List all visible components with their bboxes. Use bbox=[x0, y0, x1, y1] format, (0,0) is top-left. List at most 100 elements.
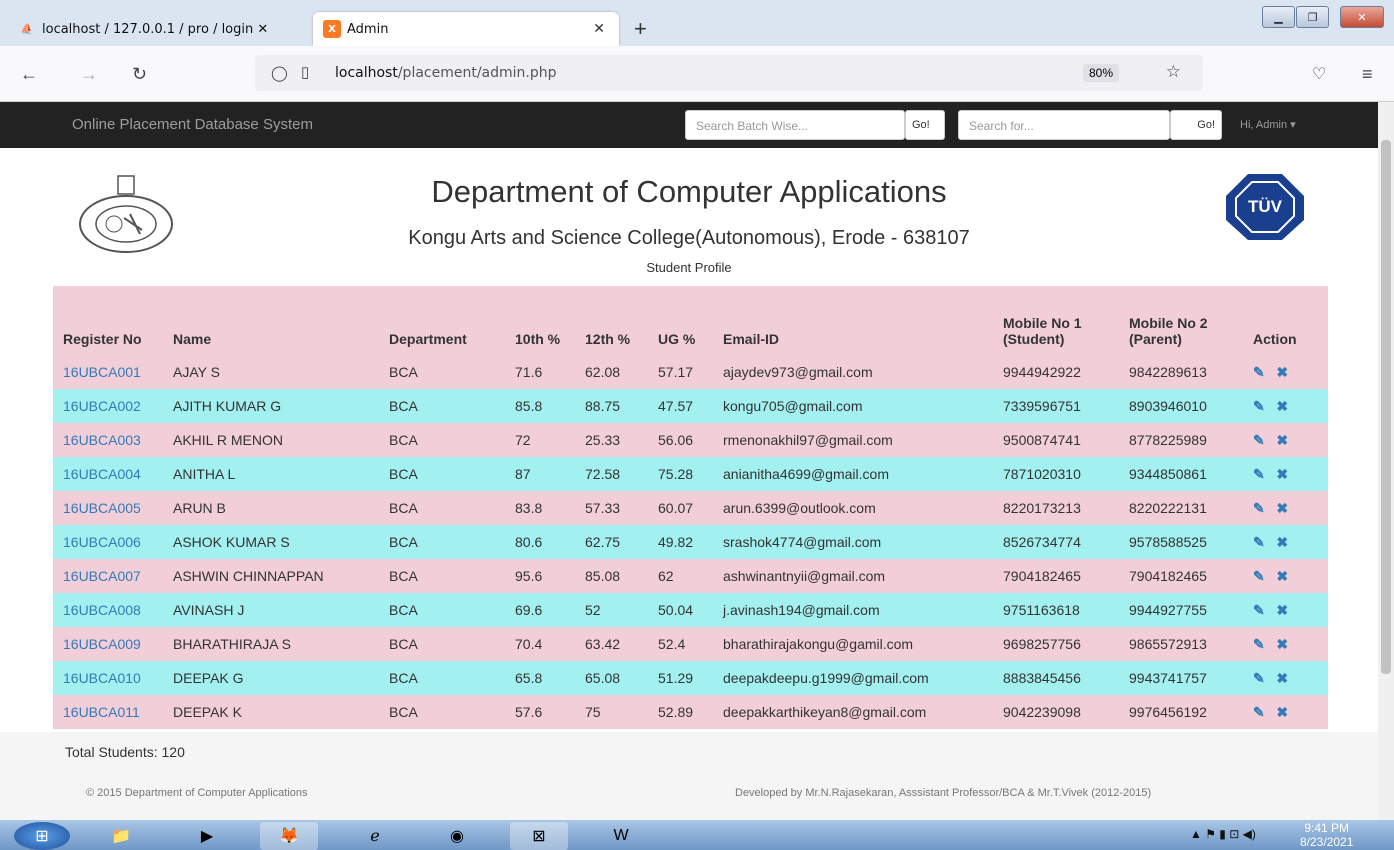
edit-icon[interactable]: ✎ bbox=[1253, 670, 1265, 686]
file-explorer-icon[interactable]: 📁 bbox=[92, 822, 150, 850]
user-menu[interactable]: Hi, Admin ▾ bbox=[1240, 118, 1296, 131]
media-player-icon[interactable]: ▶ bbox=[178, 822, 236, 850]
action-cell: ✎ ✖ bbox=[1243, 525, 1328, 559]
site-navbar: Online Placement Database System Search … bbox=[0, 102, 1378, 148]
ug-percent-cell: 51.29 bbox=[658, 670, 694, 686]
email-cell: arun.6399@outlook.com bbox=[723, 500, 876, 516]
register-no-link[interactable]: 16UBCA011 bbox=[63, 704, 140, 720]
register-no-cell: 16UBCA002 bbox=[53, 389, 163, 423]
word-icon[interactable]: W bbox=[592, 822, 650, 850]
zoom-indicator[interactable]: 80% bbox=[1082, 64, 1119, 82]
edit-icon[interactable]: ✎ bbox=[1253, 500, 1265, 516]
chrome-icon[interactable]: ◉ bbox=[428, 822, 486, 850]
table-body: 16UBCA001 AJAY S BCA 71.6 62.08 57.17 ajaydev9… bbox=[53, 355, 1328, 729]
register-no-link[interactable]: 16UBCA001 bbox=[63, 364, 141, 380]
shield-icon[interactable]: ◯ bbox=[271, 64, 288, 82]
new-tab-icon[interactable]: + bbox=[634, 16, 647, 42]
edit-icon[interactable]: ✎ bbox=[1253, 704, 1265, 720]
delete-icon[interactable]: ✖ bbox=[1276, 568, 1288, 584]
register-no-cell: 16UBCA007 bbox=[53, 559, 163, 593]
delete-icon[interactable]: ✖ bbox=[1276, 364, 1288, 380]
edit-icon[interactable]: ✎ bbox=[1253, 636, 1265, 652]
mobile-student-cell: 9944942922 bbox=[1003, 364, 1081, 380]
register-no-link[interactable]: 16UBCA004 bbox=[63, 466, 141, 482]
close-tab-icon[interactable]: ✕ bbox=[593, 21, 605, 37]
register-no-link[interactable]: 16UBCA006 bbox=[63, 534, 141, 550]
url-bar[interactable]: ◯ ▯ localhost/placement/admin.php 80% ☆ bbox=[255, 55, 1203, 91]
back-icon[interactable]: ← bbox=[20, 64, 38, 85]
scrollbar-thumb[interactable] bbox=[1381, 140, 1391, 674]
student-name-cell: ANITHA L bbox=[173, 466, 236, 482]
student-name-cell: ARUN B bbox=[173, 500, 226, 516]
batch-search-input[interactable]: Search Batch Wise... bbox=[685, 110, 905, 140]
mobile-student-cell: 9698257756 bbox=[1003, 636, 1081, 652]
register-no-cell: 16UBCA009 bbox=[53, 627, 163, 661]
delete-icon[interactable]: ✖ bbox=[1276, 500, 1288, 516]
edit-icon[interactable]: ✎ bbox=[1253, 466, 1265, 482]
register-no-link[interactable]: 16UBCA010 bbox=[63, 670, 141, 686]
forward-icon[interactable]: → bbox=[80, 64, 98, 85]
mobile-student-cell: 8526734774 bbox=[1003, 534, 1081, 550]
xampp-taskbar-icon[interactable]: ⊠ bbox=[510, 822, 568, 850]
register-no-link[interactable]: 16UBCA003 bbox=[63, 432, 141, 448]
ug-percent-cell: 62 bbox=[658, 568, 674, 584]
site-brand[interactable]: Online Placement Database System bbox=[72, 116, 313, 133]
register-no-link[interactable]: 16UBCA009 bbox=[63, 636, 141, 652]
minimize-button[interactable]: ▁ bbox=[1262, 6, 1295, 28]
email-cell: j.avinash194@gmail.com bbox=[723, 602, 880, 618]
internet-explorer-icon[interactable]: ℯ bbox=[346, 822, 404, 850]
edit-icon[interactable]: ✎ bbox=[1253, 364, 1265, 380]
firefox-icon[interactable]: 🦊 bbox=[260, 822, 318, 850]
twelfth-percent-cell: 85.08 bbox=[585, 568, 621, 584]
col-mobile2: Mobile No 2 (Parent) bbox=[1129, 315, 1208, 347]
tenth-percent-cell: 83.8 bbox=[515, 500, 543, 516]
bookmark-star-icon[interactable]: ☆ bbox=[1166, 62, 1181, 82]
department-cell: BCA bbox=[389, 432, 418, 448]
tab-phpmyadmin[interactable]: ⛵ localhost / 127.0.0.1 / pro / login ✕ bbox=[8, 12, 305, 46]
action-cell: ✎ ✖ bbox=[1243, 593, 1328, 627]
total-students: Total Students: 120 bbox=[65, 744, 185, 760]
delete-icon[interactable]: ✖ bbox=[1276, 670, 1288, 686]
ug-percent-cell: 50.04 bbox=[658, 602, 694, 618]
delete-icon[interactable]: ✖ bbox=[1276, 602, 1288, 618]
phpmyadmin-icon: ⛵ bbox=[20, 23, 34, 35]
delete-icon[interactable]: ✖ bbox=[1276, 466, 1288, 482]
page-scrollbar[interactable] bbox=[1378, 102, 1394, 820]
mobile-student-cell: 8220173213 bbox=[1003, 500, 1081, 516]
edit-icon[interactable]: ✎ bbox=[1253, 568, 1265, 584]
delete-icon[interactable]: ✖ bbox=[1276, 636, 1288, 652]
edit-icon[interactable]: ✎ bbox=[1253, 534, 1265, 550]
delete-icon[interactable]: ✖ bbox=[1276, 534, 1288, 550]
tab-admin[interactable]: X Admin ✕ bbox=[313, 12, 619, 46]
batch-go-button[interactable]: Go! bbox=[905, 110, 945, 140]
delete-icon[interactable]: ✖ bbox=[1276, 432, 1288, 448]
menu-icon[interactable]: ≡ bbox=[1362, 64, 1373, 85]
windows-taskbar: ⊞ 📁 ▶ 🦊 ℯ ◉ ⊠ W ▲ ⚑ ▮ ⊡ ◀) 9:41 PM 8/23/2… bbox=[0, 820, 1394, 850]
maximize-button[interactable]: ❐ bbox=[1296, 6, 1329, 28]
table-row: 16UBCA004 ANITHA L BCA 87 72.58 75.28 anianith… bbox=[53, 457, 1328, 491]
delete-icon[interactable]: ✖ bbox=[1276, 704, 1288, 720]
close-window-button[interactable]: ✕ bbox=[1340, 6, 1384, 28]
search-input[interactable]: Search for... bbox=[958, 110, 1170, 140]
edit-icon[interactable]: ✎ bbox=[1253, 432, 1265, 448]
register-no-cell: 16UBCA003 bbox=[53, 423, 163, 457]
register-no-link[interactable]: 16UBCA007 bbox=[63, 568, 141, 584]
reload-icon[interactable]: ↻ bbox=[132, 64, 147, 85]
mobile-parent-cell: 9842289613 bbox=[1129, 364, 1207, 380]
edit-icon[interactable]: ✎ bbox=[1253, 602, 1265, 618]
url-text[interactable]: localhost/placement/admin.php bbox=[335, 65, 557, 81]
pocket-icon[interactable]: ♡ bbox=[1312, 64, 1326, 84]
email-cell: bharathirajakongu@gamil.com bbox=[723, 636, 914, 652]
system-clock[interactable]: 9:41 PM 8/23/2021 bbox=[1300, 821, 1353, 849]
search-go-button[interactable]: Go! bbox=[1170, 110, 1222, 140]
edit-icon[interactable]: ✎ bbox=[1253, 398, 1265, 414]
start-button-icon[interactable]: ⊞ bbox=[14, 822, 70, 850]
system-tray-icons[interactable]: ▲ ⚑ ▮ ⊡ ◀) bbox=[1190, 827, 1256, 841]
table-row: 16UBCA010 DEEPAK G BCA 65.8 65.08 51.29 deepak… bbox=[53, 661, 1328, 695]
register-no-link[interactable]: 16UBCA008 bbox=[63, 602, 141, 618]
register-no-link[interactable]: 16UBCA002 bbox=[63, 398, 141, 414]
register-no-cell: 16UBCA010 bbox=[53, 661, 163, 695]
mobile-student-cell: 8883845456 bbox=[1003, 670, 1081, 686]
delete-icon[interactable]: ✖ bbox=[1276, 398, 1288, 414]
register-no-link[interactable]: 16UBCA005 bbox=[63, 500, 141, 516]
